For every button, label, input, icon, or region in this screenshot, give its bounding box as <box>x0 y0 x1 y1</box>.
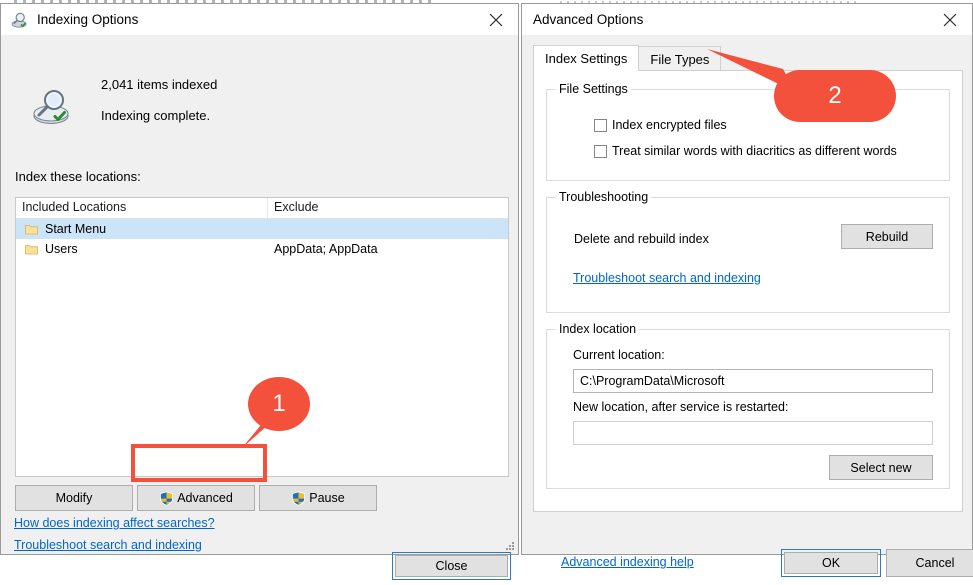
close-icon <box>943 13 956 26</box>
modify-button[interactable]: Modify <box>15 485 133 511</box>
included-location-text: Users <box>45 242 78 256</box>
new-location-label: New location, after service is restarted… <box>573 400 789 414</box>
advanced-button-label: Advanced <box>177 491 233 505</box>
pause-button-label: Pause <box>309 491 345 505</box>
indexing-options-icon <box>11 12 27 28</box>
close-icon <box>489 13 502 26</box>
cell-exclude: AppData; AppData <box>274 242 378 256</box>
index-location-legend: Index location <box>556 322 640 336</box>
treat-diacritics-label: Treat similar words with diacritics as d… <box>612 144 897 158</box>
shield-icon <box>292 490 306 506</box>
troubleshoot-search-and-indexing-link[interactable]: Troubleshoot search and indexing <box>14 538 202 552</box>
advanced-options-close-button[interactable] <box>927 4 972 35</box>
indexing-options-close-button[interactable] <box>473 4 518 35</box>
column-header-included-locations[interactable]: Included Locations <box>16 198 268 218</box>
index-location-group: Index location Current location: C:\Prog… <box>546 322 950 489</box>
table-row[interactable]: Users AppData; AppData <box>16 239 508 259</box>
table-row[interactable]: Start Menu <box>16 219 508 239</box>
ok-button[interactable]: OK <box>784 552 878 574</box>
current-location-field: C:\ProgramData\Microsoft <box>573 369 933 393</box>
advanced-options-title: Advanced Options <box>533 12 644 27</box>
indexing-status-icon <box>33 90 69 125</box>
folder-icon <box>25 244 38 254</box>
advanced-options-footer: OK Cancel <box>522 513 973 585</box>
index-encrypted-files-checkbox[interactable]: Index encrypted files <box>594 118 727 132</box>
file-settings-group: File Settings Index encrypted files Trea… <box>546 82 950 181</box>
index-settings-tab-panel: File Settings Index encrypted files Trea… <box>533 70 963 569</box>
indexing-options-titlebar: Indexing Options <box>1 4 518 35</box>
indexing-state-text: Indexing complete. <box>101 108 211 123</box>
ok-button-focus-ring: OK <box>781 549 881 577</box>
folder-icon <box>25 224 38 234</box>
how-does-indexing-affect-searches-link[interactable]: How does indexing affect searches? <box>14 516 215 530</box>
indexing-options-window: Indexing Options 2,041 items indexed Ind… <box>0 3 519 580</box>
cell-included-location: Users <box>16 242 268 256</box>
items-indexed-count: 2,041 items indexed <box>101 77 218 92</box>
shield-icon <box>160 490 174 506</box>
advanced-options-window: Advanced Options Index Settings File Typ… <box>521 3 973 577</box>
indexing-options-body: 2,041 items indexed Indexing complete. I… <box>1 35 518 580</box>
advanced-button[interactable]: Advanced <box>137 485 255 511</box>
indexing-options-button-row: Modify Advanced Pause <box>15 485 509 511</box>
close-button[interactable]: Close <box>395 555 508 577</box>
select-new-button[interactable]: Select new <box>829 455 933 480</box>
rebuild-button[interactable]: Rebuild <box>841 224 933 249</box>
close-button-focus-ring: Close <box>392 552 511 580</box>
treat-diacritics-checkbox[interactable]: Treat similar words with diacritics as d… <box>594 144 897 158</box>
troubleshooting-group: Troubleshooting Delete and rebuild index… <box>546 190 950 313</box>
included-location-text: Start Menu <box>45 222 107 236</box>
file-settings-legend: File Settings <box>556 82 631 96</box>
advanced-options-body: Index Settings File Types File Settings … <box>522 35 973 577</box>
delete-and-rebuild-index-text: Delete and rebuild index <box>574 232 709 246</box>
advanced-options-titlebar: Advanced Options <box>522 4 972 35</box>
cancel-button[interactable]: Cancel <box>886 549 973 577</box>
checkbox-box <box>594 144 607 158</box>
advanced-options-tabstrip: Index Settings File Types <box>533 45 963 71</box>
pause-button[interactable]: Pause <box>259 485 377 511</box>
tab-file-types[interactable]: File Types <box>638 46 722 71</box>
listview-header: Included Locations Exclude <box>16 198 508 219</box>
column-header-exclude[interactable]: Exclude <box>268 198 508 218</box>
resize-grip[interactable] <box>504 540 515 551</box>
index-locations-label: Index these locations: <box>15 169 141 184</box>
cell-included-location: Start Menu <box>16 222 268 236</box>
new-location-field[interactable] <box>573 421 933 445</box>
index-encrypted-files-label: Index encrypted files <box>612 118 727 132</box>
troubleshoot-search-and-indexing-link[interactable]: Troubleshoot search and indexing <box>573 271 761 285</box>
tab-index-settings[interactable]: Index Settings <box>533 45 640 71</box>
current-location-label: Current location: <box>573 348 665 362</box>
troubleshooting-legend: Troubleshooting <box>556 190 652 204</box>
included-locations-listview[interactable]: Included Locations Exclude Start Menu Us… <box>15 197 509 477</box>
indexing-options-title: Indexing Options <box>37 12 139 27</box>
checkbox-box <box>594 118 607 132</box>
